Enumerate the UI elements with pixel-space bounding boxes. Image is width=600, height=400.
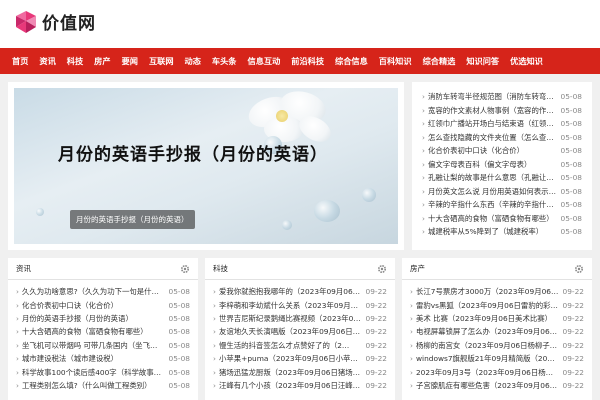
list-item[interactable]: 友谊地久天长演唱版（2023年09月06日…09-22 — [213, 325, 387, 338]
nav-item-qa[interactable]: 知识问答 — [466, 48, 499, 74]
list-item[interactable]: 辛辣的辛指什么东西（辛辣的辛指什么…05-08 — [422, 198, 582, 212]
list-item[interactable]: 雷豹vs黑狐（2023年09月06日雷豹的彩蛋…09-22 — [410, 298, 584, 311]
category-panels: 资讯 久久为功啥意思?（久久为功下一句是什…05-08 化合价表初中口诀（化合价… — [8, 258, 592, 400]
nav-item-auto[interactable]: 车头条 — [212, 48, 237, 74]
banner-image[interactable]: 月份的英语手抄报（月份的英语） 月份的英语手抄报（月份的英语） — [14, 88, 398, 244]
nav-item-home[interactable]: 首页 — [12, 48, 28, 74]
list-item[interactable]: 红领巾广播站开场白与结束语（红领巾…05-08 — [422, 117, 582, 131]
panel-realestate: 房产 长江7号票房才3000万（2023年09月06…09-22 雷豹vs黑狐（… — [402, 258, 592, 400]
panel-title[interactable]: 房产 — [410, 263, 425, 274]
panel-header: 科技 — [205, 258, 395, 280]
nav-item-interaction[interactable]: 信息互动 — [248, 48, 281, 74]
list-item[interactable]: 小苹果+puma（2023年09月06日小苹果…09-22 — [213, 352, 387, 365]
panel-header: 房产 — [402, 258, 592, 280]
gear-icon[interactable] — [377, 264, 387, 274]
list-item[interactable]: 城建税率从5%降到了（城建税率）05-08 — [422, 225, 582, 239]
list-item[interactable]: 猪场迅猛龙厨叛（2023年09月06日猪场…09-22 — [213, 365, 387, 378]
nav-item-frontier-tech[interactable]: 前沿科技 — [291, 48, 324, 74]
banner-title: 月份的英语手抄报（月份的英语） — [58, 145, 328, 165]
nav-item-tech[interactable]: 科技 — [67, 48, 83, 74]
list-item[interactable]: 久久为功啥意思?（久久为功下一句是什…05-08 — [16, 285, 190, 298]
list-item[interactable]: 工程类别怎么填?（什么叫做工程类别）05-08 — [16, 379, 190, 392]
site-name: 价值网 — [42, 14, 96, 34]
panel-news: 资讯 久久为功啥意思?（久久为功下一句是什…05-08 化合价表初中口诀（化合价… — [8, 258, 198, 400]
nav-item-general-info[interactable]: 综合信息 — [335, 48, 368, 74]
list-item[interactable]: 坐飞机可以带烟吗 可带几条国内（坐飞…05-08 — [16, 339, 190, 352]
list-item[interactable]: 子宫腺肌症有哪些危害（2023年09月06…09-22 — [410, 379, 584, 392]
list-item[interactable]: 宽容的作文素材人物事例（宽容的作文）05-08 — [422, 104, 582, 118]
list-item[interactable]: 化合价表初中口诀（化合价）05-08 — [16, 298, 190, 311]
list-item[interactable]: 消防车转弯半径规范图（消防车转弯半…05-08 — [422, 90, 582, 104]
list-item[interactable]: 孔融让梨的故事是什么意思（孔融让梨…05-08 — [422, 171, 582, 185]
list-item[interactable]: 科学故事100个读后感400字（科学故事…05-08 — [16, 365, 190, 378]
header: 价值网 — [0, 0, 600, 48]
list-item[interactable]: 长江7号票房才3000万（2023年09月06…09-22 — [410, 285, 584, 298]
list-item[interactable]: 怎么查找隐藏的文件夹位置（怎么查找…05-08 — [422, 131, 582, 145]
panel-title[interactable]: 资讯 — [16, 263, 31, 274]
nav-item-updates[interactable]: 动态 — [185, 48, 201, 74]
list-item[interactable]: 美术 比赛（2023年09月06日美术比赛）09-22 — [410, 312, 584, 325]
list-item[interactable]: 偏文字母表百科（偏文字母表）05-08 — [422, 158, 582, 172]
main-content: 月份的英语手抄报（月份的英语） 月份的英语手抄报（月份的英语） 消防车转弯半径规… — [8, 82, 592, 250]
nav-item-headlines[interactable]: 要闻 — [122, 48, 138, 74]
nav-item-selected[interactable]: 综合精选 — [423, 48, 456, 74]
list-item[interactable]: 慢生活的抖音签怎么才点赞好了的（2…09-22 — [213, 339, 387, 352]
nav-item-internet[interactable]: 互联网 — [149, 48, 174, 74]
nav-item-news[interactable]: 资讯 — [39, 48, 55, 74]
list-item[interactable]: 十大含硒高的食物（富硒食物有哪些）05-08 — [422, 212, 582, 226]
gear-icon[interactable] — [180, 264, 190, 274]
list-item[interactable]: 2023年09月3号（2023年09月06日杨柳…09-22 — [410, 365, 584, 378]
list-item[interactable]: 月份的英语手抄报（月份的英语）05-08 — [16, 312, 190, 325]
list-item[interactable]: 化合价表初中口诀（化合价）05-08 — [422, 144, 582, 158]
list-item[interactable]: 城市建设税法（城市建设税）05-08 — [16, 352, 190, 365]
gear-icon[interactable] — [574, 264, 584, 274]
latest-list: 消防车转弯半径规范图（消防车转弯半…05-08 宽容的作文素材人物事例（宽容的作… — [412, 82, 592, 250]
nav-item-realestate[interactable]: 房产 — [94, 48, 110, 74]
site-logo[interactable]: 价值网 — [14, 9, 96, 34]
panel-header: 资讯 — [8, 258, 198, 280]
nav-item-encyclopedia[interactable]: 百科知识 — [379, 48, 412, 74]
banner-caption[interactable]: 月份的英语手抄报（月份的英语） — [70, 210, 195, 229]
list-item[interactable]: 电视屏幕锁屏了怎么办（2023年09月06…09-22 — [410, 325, 584, 338]
list-item[interactable]: 李梓萌和李幼斌什么关系（2023年09月…09-22 — [213, 298, 387, 311]
list-item[interactable]: 十大含硒高的食物（富硒食物有哪些）05-08 — [16, 325, 190, 338]
list-item[interactable]: windows7旗舰版21年09月精简版（2023…09-22 — [410, 352, 584, 365]
list-item[interactable]: 世界吉尼斯纪录鹅绳比赛视频（2023年0…09-22 — [213, 312, 387, 325]
list-item[interactable]: 月份英文怎么说 月份用英语如何表示…05-08 — [422, 185, 582, 199]
list-item[interactable]: 汪峰有几个小孩（2023年09月06日汪峰…09-22 — [213, 379, 387, 392]
panel-tech: 科技 爱我你就抱抱我哪年的（2023年09月06…09-22 李梓萌和李幼斌什么… — [205, 258, 395, 400]
main-nav: 首页 资讯 科技 房产 要闻 互联网 动态 车头条 信息互动 前沿科技 综合信息… — [0, 48, 600, 74]
list-item[interactable]: 爱我你就抱抱我哪年的（2023年09月06…09-22 — [213, 285, 387, 298]
featured-banner: 月份的英语手抄报（月份的英语） 月份的英语手抄报（月份的英语） — [8, 82, 404, 250]
list-item[interactable]: 杨柳的南宫女（2023年09月06日杨柳子…09-22 — [410, 339, 584, 352]
panel-title[interactable]: 科技 — [213, 263, 228, 274]
logo-icon — [16, 10, 36, 33]
nav-item-best-knowledge[interactable]: 优选知识 — [510, 48, 543, 74]
